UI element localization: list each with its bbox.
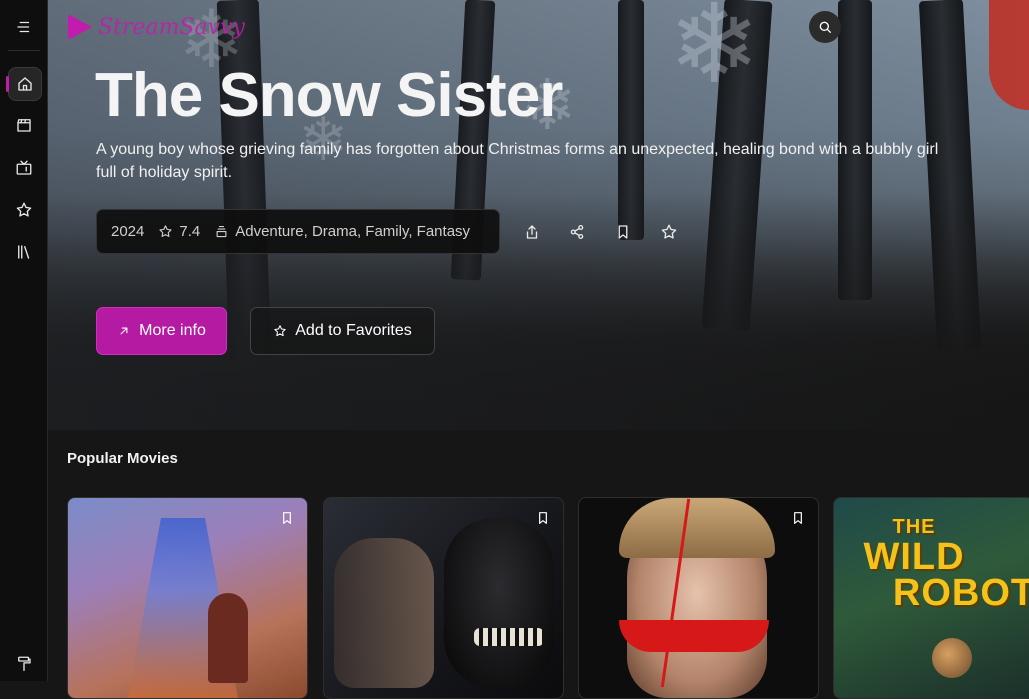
sidebar-item-movies[interactable] xyxy=(8,109,40,141)
movie-card[interactable] xyxy=(323,497,564,699)
moana-poster-figure xyxy=(208,593,248,683)
smile-poster-mouth xyxy=(619,620,769,652)
share-icon xyxy=(526,225,538,239)
smile-poster-hair xyxy=(619,498,775,558)
sidebar xyxy=(0,0,48,681)
release-year: 2024 xyxy=(111,223,144,240)
wild-robot-poster-robot xyxy=(932,638,972,678)
favorite-button[interactable] xyxy=(657,220,681,244)
wild-robot-poster-title-line-3: ROBOT xyxy=(892,572,1029,614)
rating-value: 7.4 xyxy=(179,223,201,240)
genres-value: Adventure, Drama, Family, Fantasy xyxy=(235,223,471,240)
brand[interactable]: StreamSavvy xyxy=(68,14,245,40)
venom-poster-face xyxy=(334,538,434,688)
hero-title: The Snow Sister xyxy=(95,61,563,130)
bookmark-button[interactable] xyxy=(790,510,806,526)
search-icon xyxy=(819,21,831,33)
bookmark-icon xyxy=(539,512,547,524)
bookmark-button[interactable] xyxy=(611,220,635,244)
share-links-button[interactable] xyxy=(565,220,589,244)
paint-roller-icon xyxy=(18,656,31,672)
bookmark-icon xyxy=(794,512,802,524)
share-nodes-icon xyxy=(570,224,584,240)
venom-poster-teeth xyxy=(474,628,544,646)
bookmark-button[interactable] xyxy=(535,510,551,526)
sidebar-item-home[interactable] xyxy=(6,67,42,101)
star-icon xyxy=(159,225,172,237)
movie-card[interactable]: THE WILD ROBOT xyxy=(833,497,1029,699)
arrow-up-right-icon xyxy=(120,327,128,335)
sidebar-divider xyxy=(8,50,40,51)
release-year-value: 2024 xyxy=(111,223,145,240)
sidebar-item-library[interactable] xyxy=(8,236,40,268)
more-info-label: More info xyxy=(139,322,206,339)
star-icon xyxy=(16,202,32,217)
home-icon xyxy=(18,77,32,91)
rating: 7.4 xyxy=(158,223,200,240)
venom-poster-symbiote xyxy=(444,518,554,688)
clapperboard-icon xyxy=(17,119,31,132)
sidebar-item-tv[interactable] xyxy=(8,152,40,184)
layers-icon xyxy=(216,225,227,238)
sidebar-item-favorites[interactable] xyxy=(8,194,40,226)
hero-meta-bar: 2024 7.4 Adventure, Drama, Family, Fanta… xyxy=(96,209,500,254)
menu-icon xyxy=(17,21,30,33)
tv-icon xyxy=(16,160,32,175)
brand-name: StreamSavvy xyxy=(98,14,245,40)
menu-button[interactable] xyxy=(8,11,40,43)
movie-card[interactable] xyxy=(67,497,308,699)
genres: Adventure, Drama, Family, Fantasy xyxy=(214,223,470,240)
add-to-favorites-button[interactable]: Add to Favorites xyxy=(250,307,435,355)
movie-card[interactable] xyxy=(578,497,819,699)
bookmark-button[interactable] xyxy=(279,510,295,526)
share-button[interactable] xyxy=(520,220,544,244)
star-icon xyxy=(661,224,677,239)
theme-button[interactable] xyxy=(8,648,40,680)
hero-description: A young boy whose grieving family has fo… xyxy=(96,141,939,181)
bookmark-icon xyxy=(283,512,291,524)
section-title-popular-movies: Popular Movies xyxy=(67,450,178,467)
play-logo-icon xyxy=(68,14,92,40)
star-icon xyxy=(274,325,286,337)
more-info-button[interactable]: More info xyxy=(96,307,227,355)
bookmark-icon xyxy=(618,225,628,239)
add-to-favorites-label: Add to Favorites xyxy=(295,322,412,339)
search-button[interactable] xyxy=(809,11,841,43)
library-icon xyxy=(18,245,30,259)
